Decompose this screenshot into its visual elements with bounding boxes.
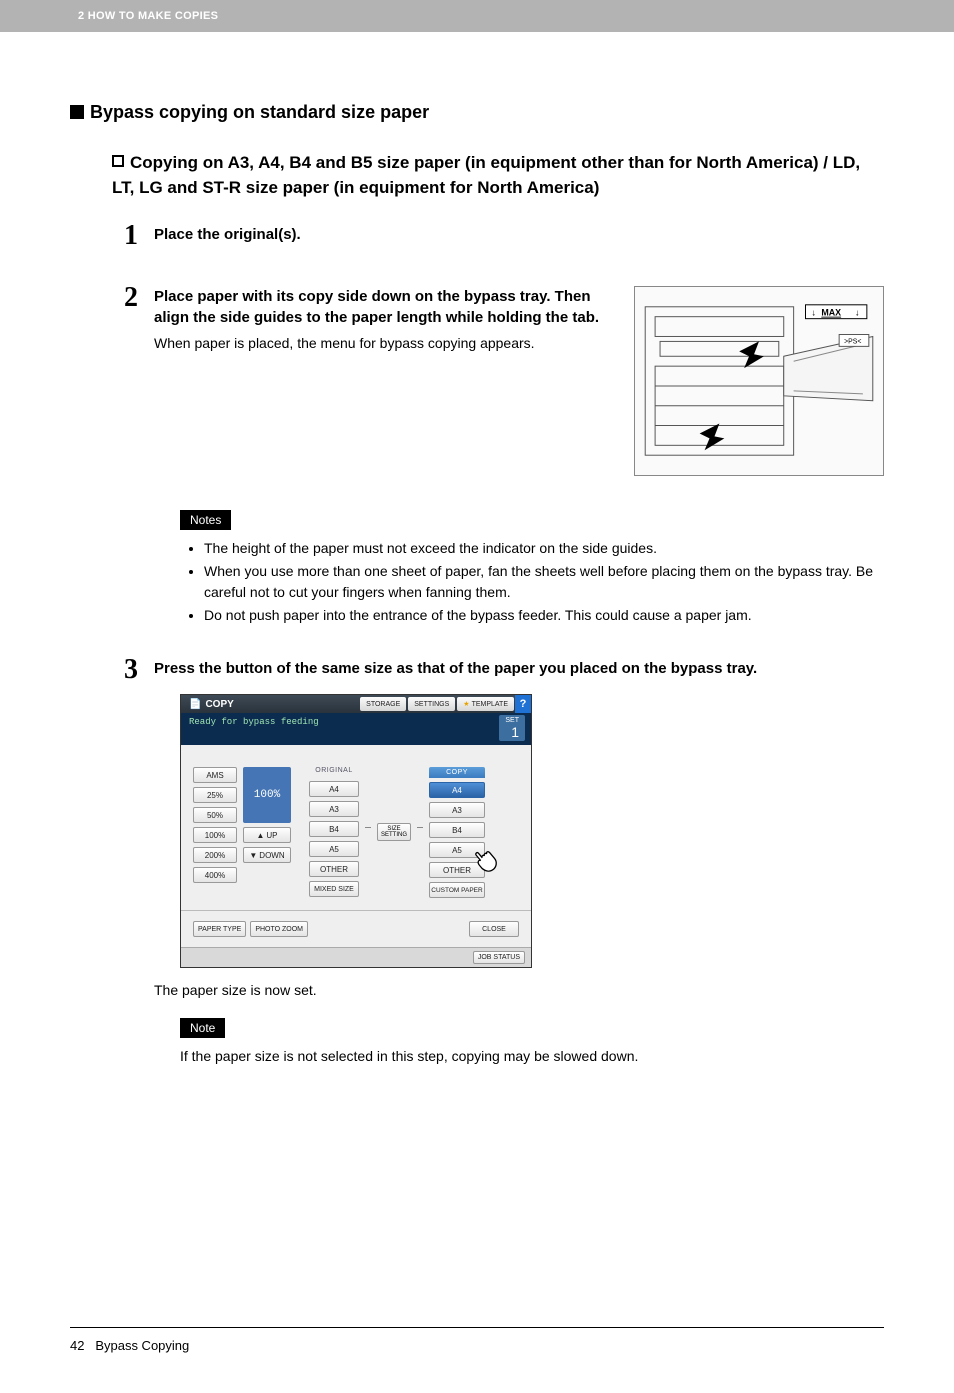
section-title: Bypass copying on standard size paper [90, 102, 429, 122]
copy-custom-button[interactable]: CUSTOM PAPER [429, 882, 485, 898]
max-label: MAX [821, 308, 841, 318]
copy-header: COPY [429, 767, 485, 778]
zoom-100-button[interactable]: 100% [193, 827, 237, 843]
original-a3-button[interactable]: A3 [309, 801, 359, 817]
sets-indicator: SET 1 [499, 715, 525, 741]
copy-size-column: COPY A4 A3 B4 A5 OTHER CUSTOM PAPER [429, 767, 485, 898]
note-item: Do not push paper into the entrance of t… [204, 605, 874, 626]
step-number: 1 [124, 222, 154, 250]
zoom-display: 100% [243, 767, 291, 823]
original-b4-button[interactable]: B4 [309, 821, 359, 837]
original-size-column: ORIGINAL A4 A3 B4 A5 OTHER MIXED SIZE [309, 767, 359, 897]
close-button[interactable]: CLOSE [469, 921, 519, 937]
printer-illustration: ↓ MAX ↓ >PS< [634, 286, 884, 476]
size-setting-button[interactable]: SIZE SETTING [377, 823, 411, 841]
step-number: 3 [124, 656, 154, 684]
ps-label: >PS< [844, 339, 861, 346]
note-item: The height of the paper must not exceed … [204, 538, 874, 559]
tab-template[interactable]: ★TEMPLATE [457, 697, 514, 711]
step-number: 2 [124, 284, 154, 476]
step-1: 1 Place the original(s). [124, 222, 884, 250]
result-text: The paper size is now set. [154, 982, 884, 998]
status-bar: Ready for bypass feeding SET 1 [181, 713, 531, 745]
original-header: ORIGINAL [309, 767, 359, 777]
note-text: If the paper size is not selected in thi… [180, 1046, 884, 1067]
printer-svg-icon: ↓ MAX ↓ >PS< [635, 287, 883, 475]
step-description: When paper is placed, the menu for bypas… [154, 334, 604, 354]
paper-type-button[interactable]: PAPER TYPE [193, 921, 246, 937]
note-item: When you use more than one sheet of pape… [204, 561, 874, 603]
status-text: Ready for bypass feeding [189, 717, 319, 727]
help-button[interactable]: ? [515, 695, 531, 713]
zoom-up-button[interactable]: ▲UP [243, 827, 291, 843]
original-mixed-button[interactable]: MIXED SIZE [309, 881, 359, 897]
zoom-25-button[interactable]: 25% [193, 787, 237, 803]
copy-a3-button[interactable]: A3 [429, 802, 485, 818]
app-title-text: COPY [205, 699, 233, 710]
copy-b4-button[interactable]: B4 [429, 822, 485, 838]
triangle-up-icon: ▲ [256, 831, 264, 840]
page-footer: 42 Bypass Copying [70, 1327, 884, 1393]
notes-list: The height of the paper must not exceed … [190, 538, 874, 626]
photo-zoom-button[interactable]: PHOTO ZOOM [250, 921, 308, 937]
copy-icon: 📄 [189, 699, 201, 710]
page-number: 42 [70, 1338, 84, 1353]
step-instruction: Press the button of the same size as tha… [154, 658, 884, 679]
tab-settings[interactable]: SETTINGS [408, 697, 455, 711]
ui-titlebar: 📄 COPY STORAGE SETTINGS ★TEMPLATE ? [181, 695, 531, 713]
footer-title: Bypass Copying [95, 1338, 189, 1353]
zoom-400-button[interactable]: 400% [193, 867, 237, 883]
zoom-down-button[interactable]: ▼DOWN [243, 847, 291, 863]
note-label: Note [180, 1018, 225, 1038]
star-icon: ★ [463, 700, 469, 708]
original-a4-button[interactable]: A4 [309, 781, 359, 797]
copy-a4-button[interactable]: A4 [429, 782, 485, 798]
job-status-button[interactable]: JOB STATUS [473, 951, 525, 964]
zoom-50-button[interactable]: 50% [193, 807, 237, 823]
copier-ui-panel: 📄 COPY STORAGE SETTINGS ★TEMPLATE ? Read… [180, 694, 532, 968]
triangle-down-icon: ▼ [249, 851, 257, 860]
svg-text:↓: ↓ [811, 308, 815, 318]
chapter-header: 2 HOW TO MAKE COPIES [0, 0, 954, 32]
copy-other-button[interactable]: OTHER [429, 862, 485, 878]
tab-storage[interactable]: STORAGE [360, 697, 406, 711]
app-title: 📄 COPY [181, 695, 359, 713]
sets-value: 1 [505, 725, 519, 740]
svg-text:↓: ↓ [855, 308, 859, 318]
copy-a5-button[interactable]: A5 [429, 842, 485, 858]
chapter-text: 2 HOW TO MAKE COPIES [78, 10, 218, 22]
box-bullet-icon [112, 155, 124, 167]
step-2: 2 Place paper with its copy side down on… [124, 284, 884, 476]
step-3: 3 Press the button of the same size as t… [124, 656, 884, 684]
subsection-title: Copying on A3, A4, B4 and B5 size paper … [112, 153, 860, 197]
step-instruction: Place paper with its copy side down on t… [154, 286, 604, 328]
original-other-button[interactable]: OTHER [309, 861, 359, 877]
ui-footer: PAPER TYPE PHOTO ZOOM CLOSE [181, 921, 531, 947]
zoom-ams-button[interactable]: AMS [193, 767, 237, 783]
section-heading: Bypass copying on standard size paper [70, 102, 884, 123]
zoom-presets-column: AMS 25% 50% 100% 200% 400% [193, 767, 237, 883]
step-instruction: Place the original(s). [154, 224, 884, 245]
original-a5-button[interactable]: A5 [309, 841, 359, 857]
notes-label: Notes [180, 510, 231, 530]
zoom-200-button[interactable]: 200% [193, 847, 237, 863]
subsection-heading: Copying on A3, A4, B4 and B5 size paper … [112, 151, 884, 200]
square-bullet-icon [70, 105, 84, 119]
